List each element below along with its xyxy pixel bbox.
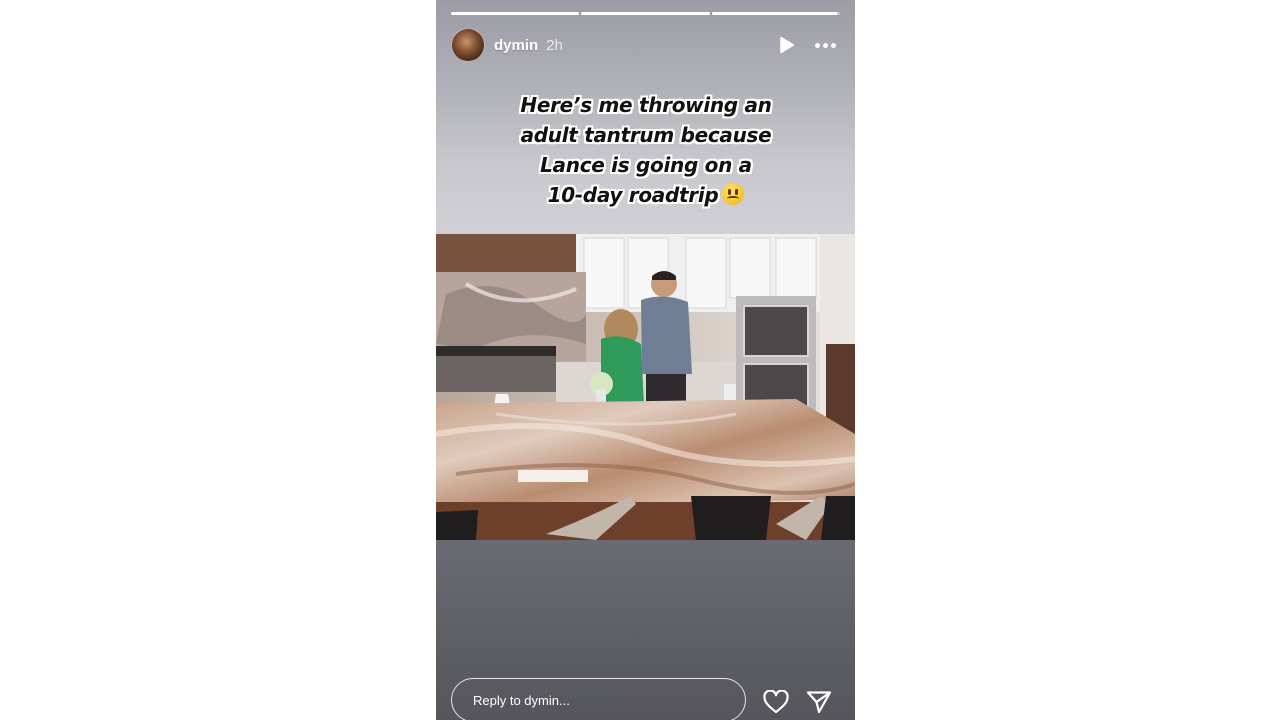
- play-icon: [780, 36, 795, 54]
- story-caption: Here’s me throwing an adult tantrum beca…: [476, 90, 816, 210]
- caption-line: adult tantrum because: [520, 123, 772, 147]
- more-options-icon: [814, 42, 820, 48]
- kitchen-photo-icon: [436, 234, 855, 540]
- progress-segment-fill: [581, 12, 710, 15]
- more-options-icon: [822, 42, 828, 48]
- upside-down-face-emoji-icon: [722, 183, 745, 205]
- story-header: dymin 2h: [451, 28, 840, 62]
- post-time: 2h: [546, 36, 563, 54]
- reply-input[interactable]: [473, 692, 745, 708]
- progress-segment-fill: [451, 12, 580, 15]
- story-viewer: dymin 2h Here’s me throwing an adult tan…: [436, 0, 855, 720]
- more-options-button[interactable]: [810, 32, 840, 58]
- more-options-icon: [830, 42, 836, 48]
- reply-field[interactable]: [451, 678, 746, 720]
- send-icon: [806, 691, 832, 714]
- caption-text: 10-day roadtrip: [547, 183, 719, 207]
- caption-line: Lance is going on a: [540, 153, 752, 177]
- caption-line: Here’s me throwing an: [520, 93, 772, 117]
- story-photo[interactable]: [436, 234, 855, 540]
- progress-segment-fill: [711, 12, 838, 15]
- avatar[interactable]: [451, 28, 485, 62]
- progress-segment: [451, 12, 580, 15]
- progress-segment: [711, 12, 840, 15]
- caption-line-last: 10-day roadtrip: [476, 180, 816, 210]
- story-progress-bar: [451, 12, 840, 15]
- heart-icon: [763, 690, 789, 714]
- username[interactable]: dymin: [494, 37, 538, 54]
- like-button[interactable]: [762, 688, 790, 716]
- progress-segment: [581, 12, 710, 15]
- share-button[interactable]: [805, 688, 833, 716]
- play-button[interactable]: [774, 32, 800, 58]
